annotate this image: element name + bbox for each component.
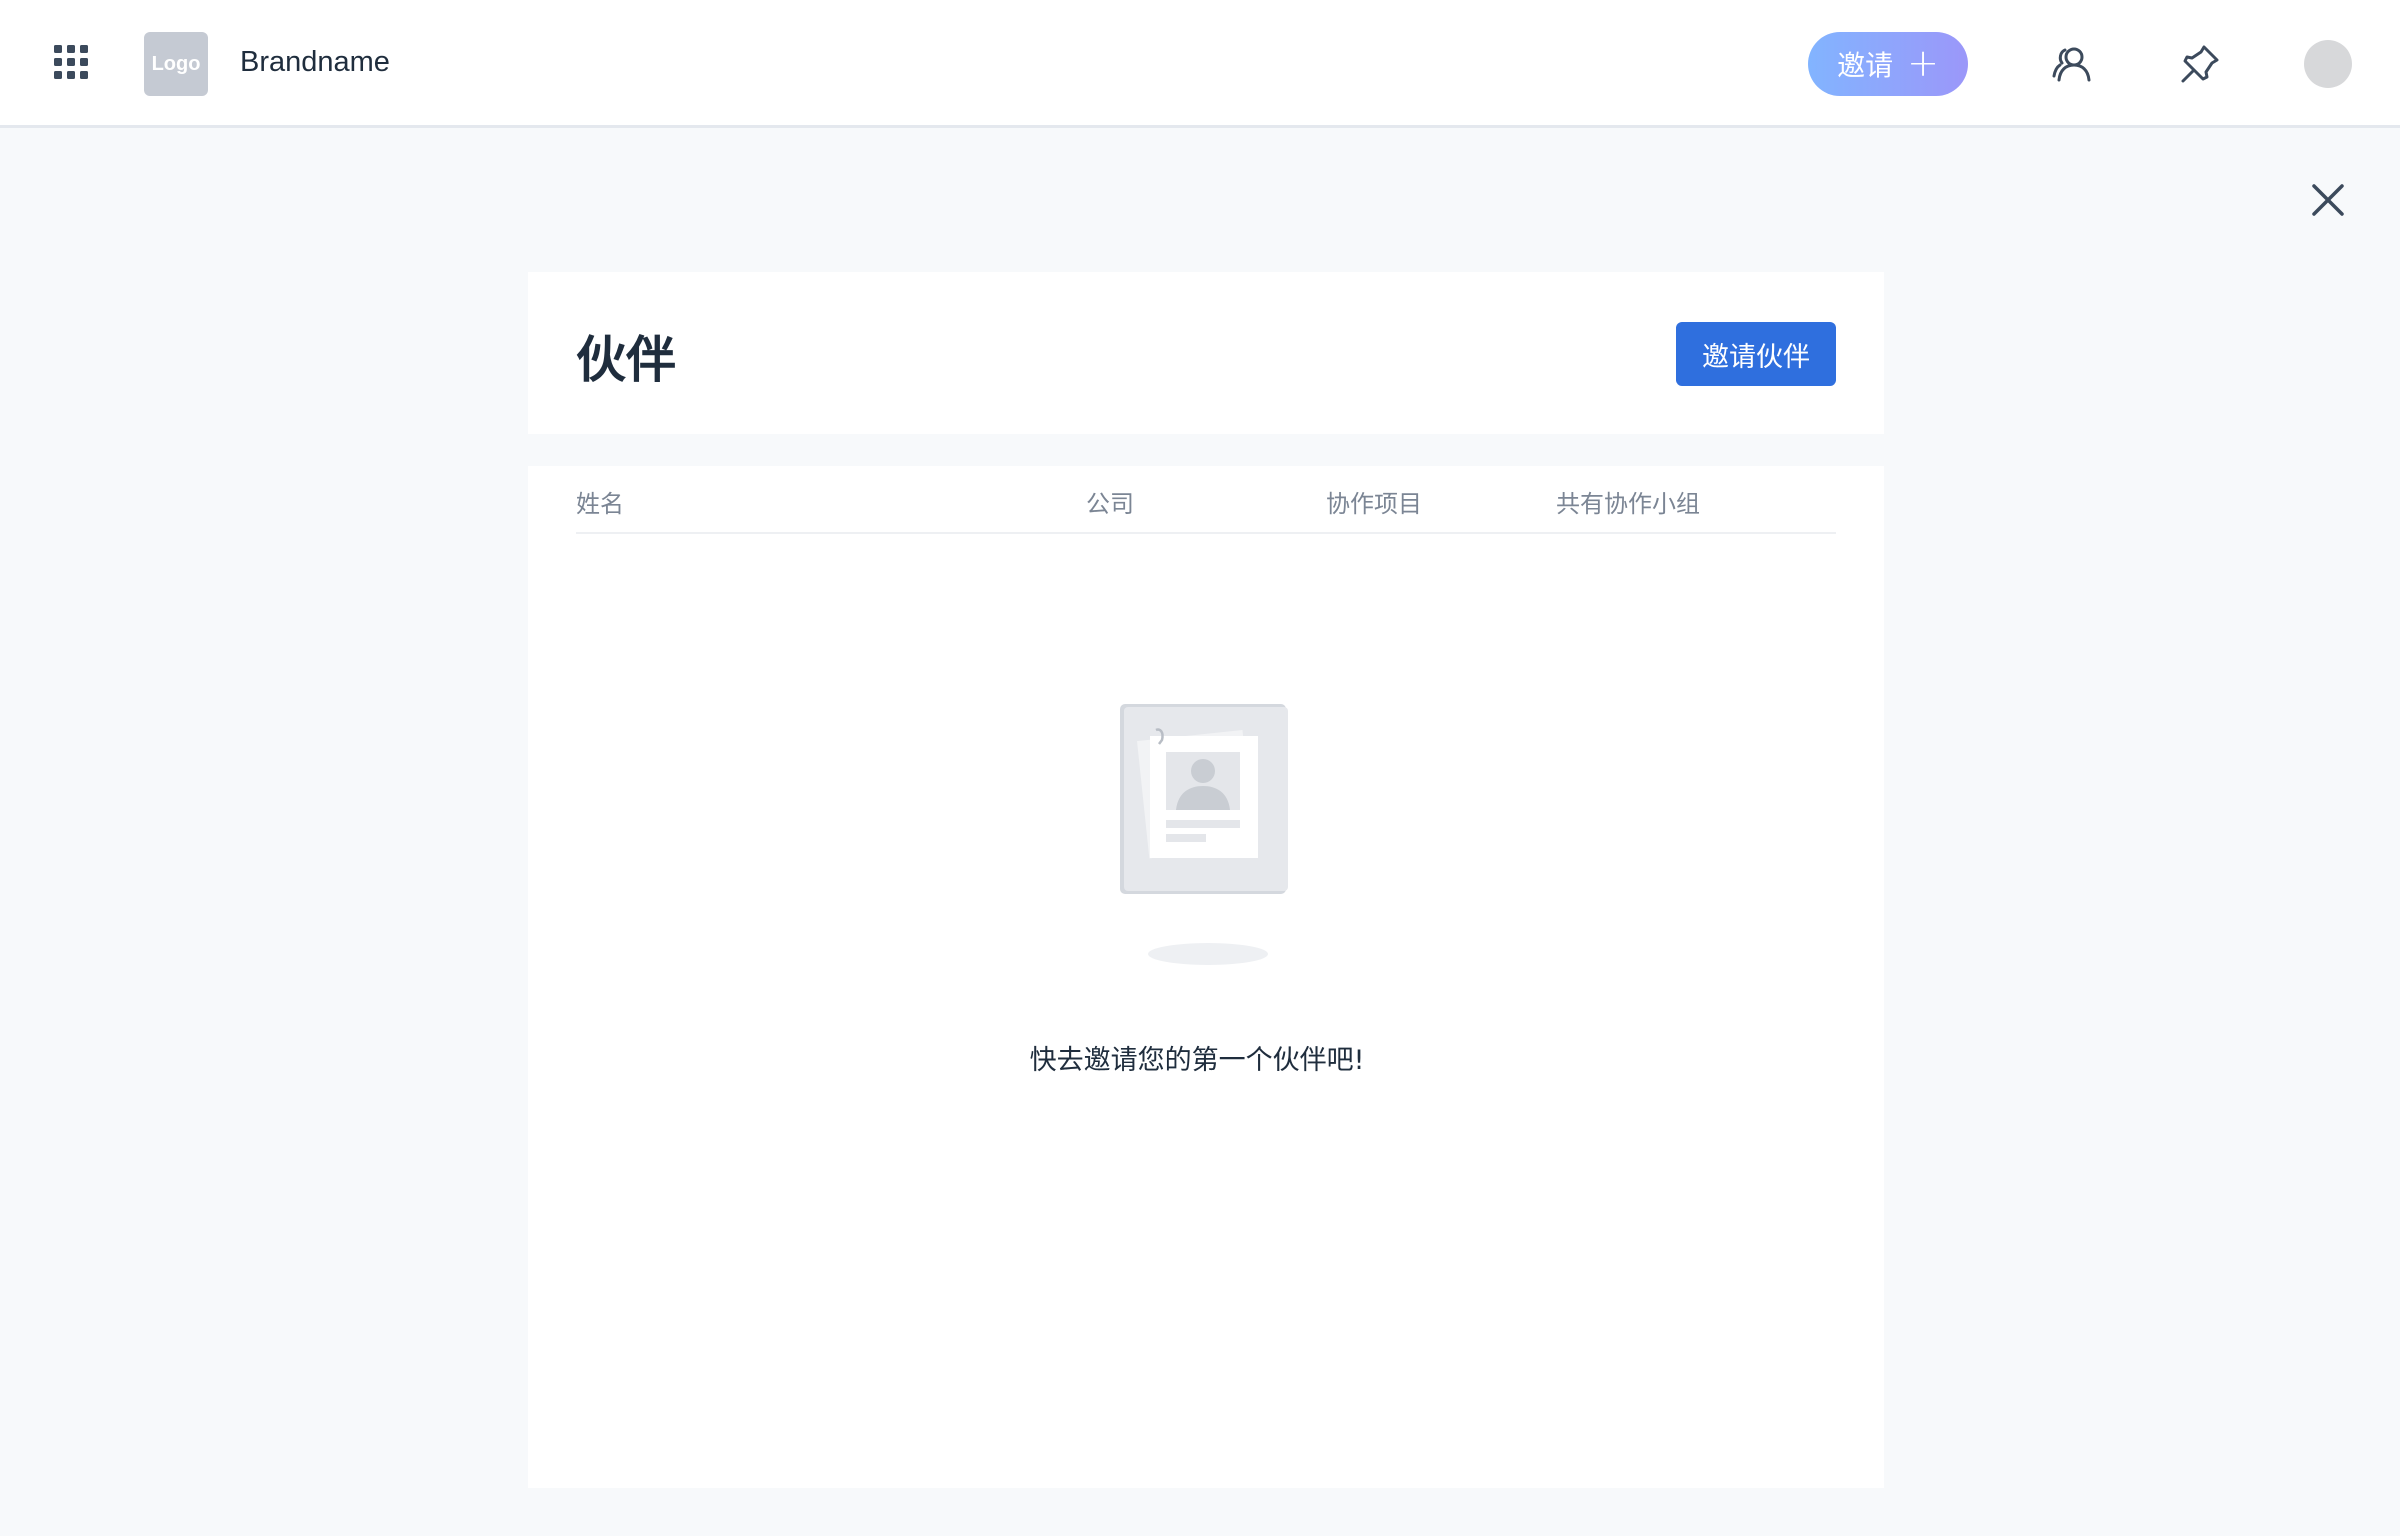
invite-button[interactable]: 邀请 + xyxy=(1808,32,1968,96)
plus-icon: + xyxy=(1907,41,1939,85)
logo-text: Logo xyxy=(151,52,201,75)
page-header-card: 伙伴 邀请伙伴 xyxy=(528,272,1884,434)
logo[interactable]: Logo xyxy=(144,32,208,96)
column-header-projects[interactable]: 协作项目 xyxy=(1326,484,1422,519)
column-header-name[interactable]: 姓名 xyxy=(576,484,624,519)
empty-state-illustration xyxy=(1118,704,1298,966)
invite-button-label: 邀请 xyxy=(1837,49,1894,82)
top-header: Logo Brandname 邀请 + xyxy=(0,0,2400,128)
page-title: 伙伴 xyxy=(576,331,676,389)
partners-table: 姓名 公司 协作项目 共有协作小组 快去邀请您的第一个伙伴吧! xyxy=(528,466,1884,1488)
brand-name: Brandname xyxy=(240,46,390,78)
close-icon[interactable] xyxy=(2308,180,2348,220)
contacts-icon[interactable] xyxy=(2050,42,2094,86)
invite-partner-button[interactable]: 邀请伙伴 xyxy=(1676,322,1836,386)
table-header: 姓名 公司 协作项目 共有协作小组 xyxy=(576,466,1836,534)
pin-icon[interactable] xyxy=(2178,42,2222,86)
apps-grid-icon[interactable] xyxy=(54,45,88,79)
column-header-company[interactable]: 公司 xyxy=(1086,484,1134,519)
column-header-shared-groups[interactable]: 共有协作小组 xyxy=(1556,484,1700,519)
empty-state-message: 快去邀请您的第一个伙伴吧! xyxy=(1029,1045,1365,1076)
avatar[interactable] xyxy=(2304,40,2352,88)
